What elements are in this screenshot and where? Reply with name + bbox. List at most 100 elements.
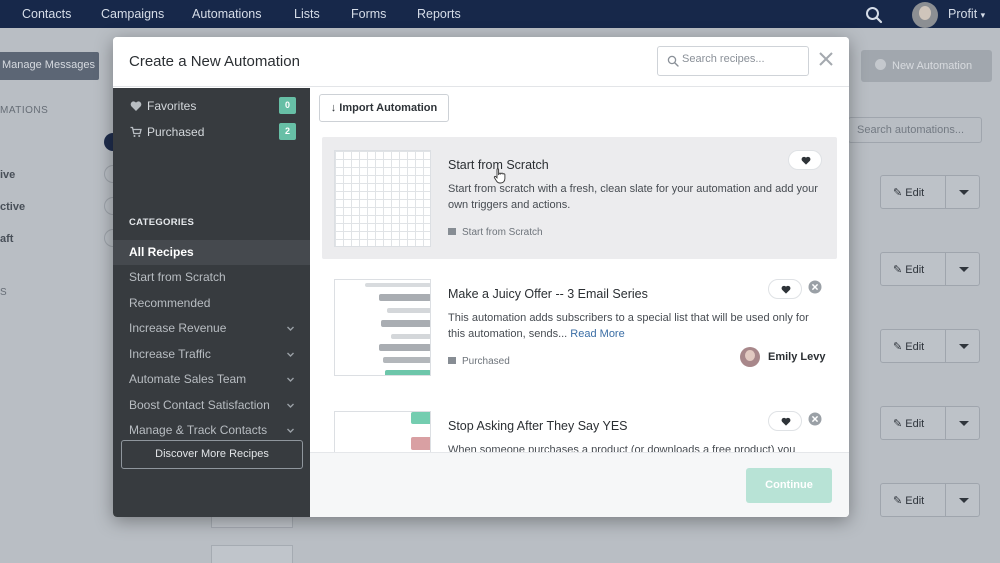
category-label: Manage & Track Contacts — [129, 423, 268, 437]
recipe-tag: Purchased — [448, 356, 510, 367]
category-label: Recommended — [129, 296, 211, 310]
modal-header: Create a New Automation — [113, 37, 849, 87]
recipe-search-input[interactable] — [682, 53, 802, 65]
chevron-down-icon[interactable] — [959, 498, 969, 503]
automation-preview-thumb — [211, 545, 293, 563]
recipe-description: Start from scratch with a fresh, clean s… — [448, 183, 818, 211]
import-automation-button[interactable]: ↓ Import Automation — [319, 94, 449, 122]
side-heading-2: S — [0, 287, 8, 298]
edit-label: ✎ Edit — [893, 187, 925, 199]
edit-button[interactable]: ✎ Edit — [880, 175, 980, 209]
hand-cursor-icon — [493, 168, 506, 184]
recipe-tag-label: Start from Scratch — [462, 227, 543, 238]
edit-button[interactable]: ✎ Edit — [880, 252, 980, 286]
search-icon[interactable] — [865, 6, 883, 24]
continue-button[interactable]: Continue — [746, 468, 832, 503]
recipe-card-juicy-offer[interactable]: Make a Juicy Offer -- 3 Email Series Thi… — [322, 266, 837, 388]
category-all-recipes[interactable]: All Recipes — [113, 240, 310, 265]
modal-title: Create a New Automation — [129, 53, 300, 70]
divider — [945, 484, 946, 516]
nav-contacts[interactable]: Contacts — [22, 7, 71, 21]
favorite-button[interactable] — [788, 150, 822, 170]
manage-messages-button[interactable]: Manage Messages — [0, 52, 99, 80]
category-label: All Recipes — [129, 245, 194, 259]
category-label: Automate Sales Team — [129, 372, 247, 386]
modal-footer: Continue — [310, 452, 849, 517]
recipe-card-start-from-scratch[interactable]: Start from Scratch Start from scratch wi… — [322, 137, 837, 259]
recipe-title: Stop Asking After They Say YES — [448, 419, 628, 433]
divider — [945, 253, 946, 285]
automations-side-heading: MATIONS — [0, 105, 49, 116]
category-label: Start from Scratch — [129, 270, 226, 284]
status-active[interactable]: ive — [0, 169, 15, 181]
new-automation-button[interactable]: New Automation — [861, 50, 992, 82]
purchased-count-badge: 2 — [279, 123, 296, 140]
divider — [945, 176, 946, 208]
chevron-down-icon — [287, 428, 294, 433]
category-label: Increase Revenue — [129, 321, 227, 335]
category-label: Increase Traffic — [129, 347, 211, 361]
edit-button[interactable]: ✎ Edit — [880, 483, 980, 517]
heart-icon — [801, 156, 811, 165]
chevron-down-icon — [287, 403, 294, 408]
recipe-search-box[interactable] — [657, 46, 809, 76]
import-label: Import Automation — [339, 102, 438, 114]
recipe-sidebar: Favorites 0 Purchased 2 CATEGORIES All R… — [113, 88, 310, 517]
nav-reports[interactable]: Reports — [417, 7, 461, 21]
recipe-thumbnail — [334, 150, 431, 247]
nav-forms[interactable]: Forms — [351, 7, 386, 21]
nav-campaigns[interactable]: Campaigns — [101, 7, 164, 21]
chevron-down-icon[interactable] — [959, 190, 969, 195]
recipe-list: ↓ Import Automation Start from Scratch St… — [310, 88, 849, 452]
profile-avatar[interactable] — [912, 2, 938, 28]
heart-icon — [130, 101, 142, 111]
edit-button[interactable]: ✎ Edit — [880, 329, 980, 363]
read-more-link[interactable]: Read More — [570, 328, 624, 340]
category-increase-traffic[interactable]: Increase Traffic — [113, 342, 310, 367]
workflow-preview-image — [411, 412, 430, 450]
divider — [945, 407, 946, 439]
category-automate-sales-team[interactable]: Automate Sales Team — [113, 367, 310, 392]
category-start-from-scratch[interactable]: Start from Scratch — [113, 265, 310, 290]
plus-icon — [875, 59, 886, 70]
profile-menu[interactable]: Profit ▾ — [948, 7, 985, 21]
dismiss-icon[interactable] — [808, 280, 822, 294]
status-inactive[interactable]: ctive — [0, 201, 25, 213]
recipe-tag-label: Purchased — [462, 356, 510, 367]
sidebar-favorites[interactable]: Favorites 0 — [113, 95, 310, 117]
edit-label: ✎ Edit — [893, 341, 925, 353]
favorite-button[interactable] — [768, 411, 802, 431]
heart-icon — [781, 417, 791, 426]
heart-icon — [781, 285, 791, 294]
favorite-button[interactable] — [768, 279, 802, 299]
category-increase-revenue[interactable]: Increase Revenue — [113, 316, 310, 341]
recipe-description: This automation adds subscribers to a sp… — [448, 310, 826, 342]
recipe-description-text: This automation adds subscribers to a sp… — [448, 312, 809, 340]
discover-more-recipes-button[interactable]: Discover More Recipes — [121, 440, 303, 469]
chevron-down-icon[interactable] — [959, 421, 969, 426]
nav-lists[interactable]: Lists — [294, 7, 320, 21]
chevron-down-icon[interactable] — [959, 344, 969, 349]
chevron-down-icon — [287, 377, 294, 382]
cart-icon — [130, 126, 142, 137]
edit-label: ✎ Edit — [893, 264, 925, 276]
nav-automations[interactable]: Automations — [192, 7, 261, 21]
dismiss-icon[interactable] — [808, 412, 822, 426]
chevron-down-icon: ▾ — [980, 10, 986, 20]
close-icon[interactable] — [817, 50, 835, 68]
author-avatar — [740, 347, 760, 367]
recipe-card-stop-asking[interactable]: Stop Asking After They Say YES When some… — [322, 398, 837, 452]
category-boost-contact-satisfaction[interactable]: Boost Contact Satisfaction — [113, 393, 310, 418]
top-navigation-bar: Contacts Campaigns Automations Lists For… — [0, 0, 1000, 28]
edit-button[interactable]: ✎ Edit — [880, 406, 980, 440]
chevron-down-icon[interactable] — [959, 267, 969, 272]
status-draft[interactable]: aft — [0, 233, 13, 245]
favorites-count-badge: 0 — [279, 97, 296, 114]
categories-heading: CATEGORIES — [129, 217, 195, 228]
sidebar-purchased[interactable]: Purchased 2 — [113, 121, 310, 143]
author-name: Emily Levy — [768, 351, 826, 363]
create-automation-modal: Create a New Automation Favorites 0 — [113, 37, 849, 517]
search-automations-input[interactable]: Search automations... — [848, 117, 982, 143]
favorites-label: Favorites — [147, 99, 197, 113]
category-recommended[interactable]: Recommended — [113, 291, 310, 316]
